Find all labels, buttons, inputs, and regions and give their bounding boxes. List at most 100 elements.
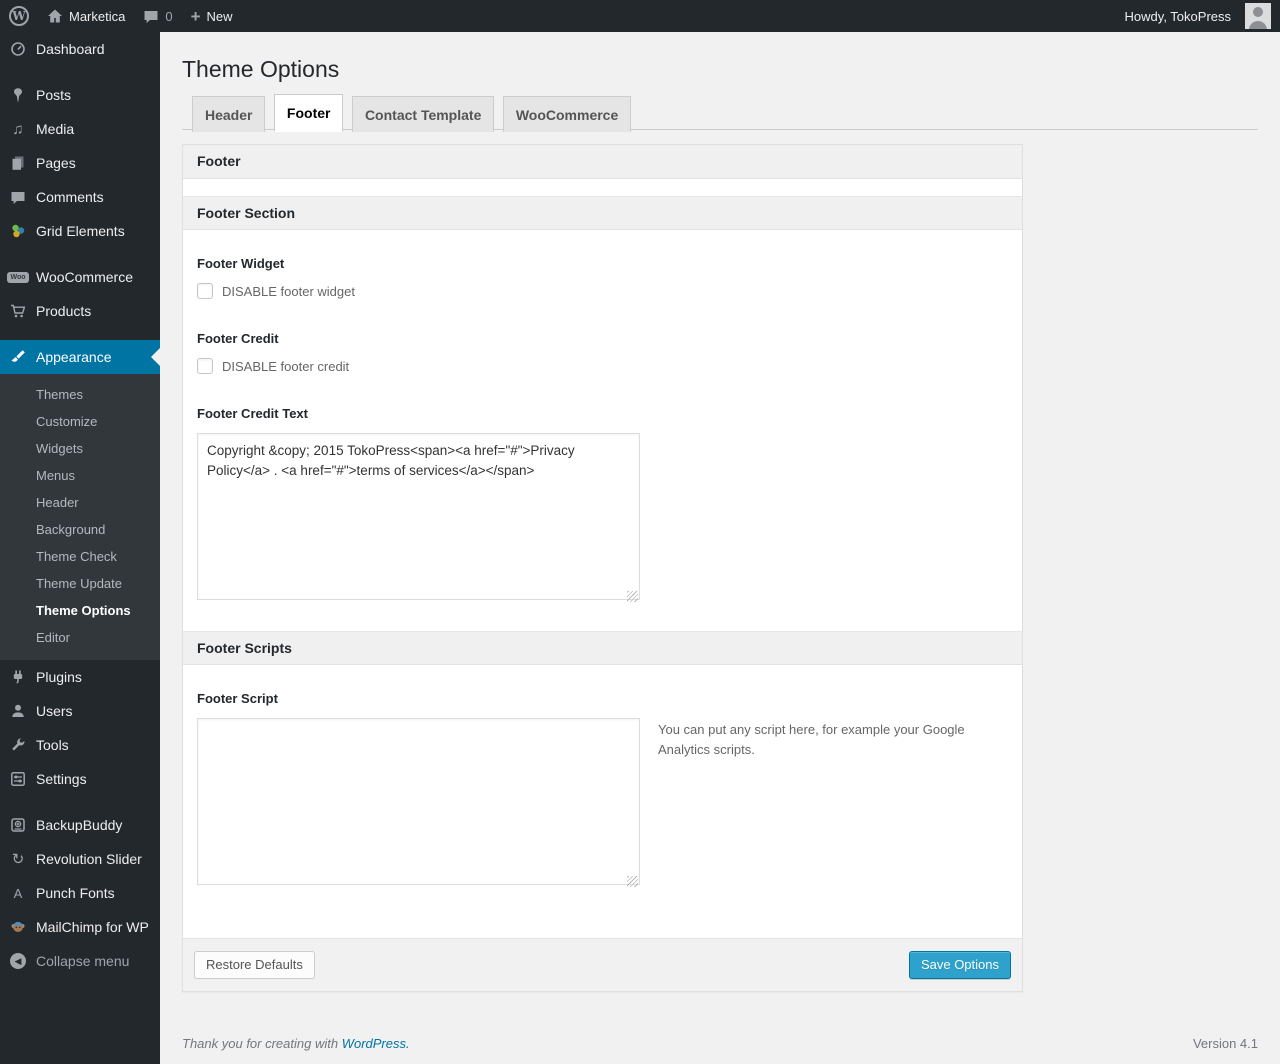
submenu-item-theme-check[interactable]: Theme Check xyxy=(0,543,160,570)
submenu-item-editor[interactable]: Editor xyxy=(0,624,160,651)
tab-header[interactable]: Header xyxy=(192,96,266,132)
tab-footer[interactable]: Footer xyxy=(273,94,344,132)
submenu-item-background[interactable]: Background xyxy=(0,516,160,543)
wordpress-logo-menu[interactable]: W xyxy=(0,0,38,32)
submenu-item-widgets[interactable]: Widgets xyxy=(0,435,160,462)
sidebar-item-label: WooCommerce xyxy=(36,269,133,285)
site-name: Marketica xyxy=(69,8,126,24)
new-label: New xyxy=(206,8,233,24)
backupbuddy-icon xyxy=(8,815,28,835)
footer-credit-checkbox-row: DISABLE footer credit xyxy=(197,358,1008,374)
woocommerce-icon: Woo xyxy=(7,267,29,287)
media-icon: ♫ xyxy=(12,120,24,138)
revolution-slider-icon: ↻ xyxy=(11,851,25,868)
new-content-menu[interactable]: + New xyxy=(182,0,242,32)
sidebar-item-grid-elements[interactable]: Grid Elements xyxy=(0,214,160,248)
admin-sidebar: Dashboard Posts ♫ Media Pages Comments G… xyxy=(0,32,160,1064)
sidebar-item-pages[interactable]: Pages xyxy=(0,146,160,180)
footer-credit-checkbox-label[interactable]: DISABLE footer credit xyxy=(222,359,349,374)
tab-bar: Header Footer Contact Template WooCommer… xyxy=(182,94,1258,132)
pages-icon xyxy=(8,153,28,173)
footer-widget-checkbox-row: DISABLE footer widget xyxy=(197,283,1008,299)
wrench-icon xyxy=(8,735,28,755)
punch-fonts-icon: A xyxy=(13,885,23,901)
my-account-menu[interactable]: Howdy, TokoPress xyxy=(1116,0,1280,32)
comments-icon xyxy=(8,187,28,207)
comment-bubble-icon xyxy=(143,9,159,24)
comment-count: 0 xyxy=(165,8,173,24)
submenu-item-theme-update[interactable]: Theme Update xyxy=(0,570,160,597)
footer-credit-checkbox[interactable] xyxy=(197,358,213,374)
admin-bar: W Marketica 0 + New Howdy, TokoPress xyxy=(0,0,1280,32)
sidebar-item-label: Revolution Slider xyxy=(36,851,142,867)
site-link[interactable]: Marketica xyxy=(38,0,134,32)
tab-woocommerce[interactable]: WooCommerce xyxy=(502,96,632,132)
settings-sliders-icon xyxy=(8,769,28,789)
sidebar-item-punch-fonts[interactable]: A Punch Fonts xyxy=(0,876,160,910)
sidebar-item-users[interactable]: Users xyxy=(0,694,160,728)
wordpress-link[interactable]: WordPress. xyxy=(342,1036,410,1051)
sidebar-item-collapse-menu[interactable]: ◀ Collapse menu xyxy=(0,944,160,978)
footer-widget-label: Footer Widget xyxy=(197,256,285,271)
tab-contact-template[interactable]: Contact Template xyxy=(351,96,495,132)
sidebar-item-label: Comments xyxy=(36,189,104,205)
sidebar-item-label: Media xyxy=(36,121,75,137)
sidebar-item-tools[interactable]: Tools xyxy=(0,728,160,762)
sidebar-item-comments[interactable]: Comments xyxy=(0,180,160,214)
submenu-item-theme-options[interactable]: Theme Options xyxy=(0,597,160,624)
sidebar-item-label: Appearance xyxy=(36,349,112,365)
plug-icon xyxy=(8,667,28,687)
footer-script-description: You can put any script here, for example… xyxy=(658,722,965,758)
footer-widget-checkbox-label[interactable]: DISABLE footer widget xyxy=(222,284,355,299)
sidebar-item-products[interactable]: Products xyxy=(0,294,160,328)
footer-script-label: Footer Script xyxy=(197,691,278,706)
sidebar-item-label: Users xyxy=(36,703,73,719)
footer-thanks-text: Thank you for creating with WordPress. xyxy=(182,1036,410,1051)
footer-scripts-heading-bar: Footer Scripts xyxy=(183,631,1022,665)
sidebar-item-label: BackupBuddy xyxy=(36,817,123,833)
sidebar-item-revolution-slider[interactable]: ↻ Revolution Slider xyxy=(0,842,160,876)
sidebar-item-media[interactable]: ♫ Media xyxy=(0,112,160,146)
sidebar-item-posts[interactable]: Posts xyxy=(0,78,160,112)
page-title: Theme Options xyxy=(182,56,340,82)
sidebar-item-backupbuddy[interactable]: BackupBuddy xyxy=(0,808,160,842)
sidebar-item-plugins[interactable]: Plugins xyxy=(0,660,160,694)
avatar xyxy=(1245,3,1271,29)
version-text: Version 4.1 xyxy=(1192,1036,1258,1051)
footer-script-textarea[interactable] xyxy=(197,718,640,885)
sidebar-item-label: Dashboard xyxy=(36,41,105,57)
sidebar-item-appearance[interactable]: Appearance xyxy=(0,340,160,374)
comments-counter[interactable]: 0 xyxy=(134,0,181,32)
sidebar-item-mailchimp[interactable]: MailChimp for WP xyxy=(0,910,160,944)
submenu-item-menus[interactable]: Menus xyxy=(0,462,160,489)
panel-gap xyxy=(183,179,1022,196)
submenu-item-header[interactable]: Header xyxy=(0,489,160,516)
current-item-arrow xyxy=(151,348,160,366)
sidebar-item-label: Punch Fonts xyxy=(36,885,115,901)
footer-widget-checkbox[interactable] xyxy=(197,283,213,299)
collapse-menu-icon: ◀ xyxy=(8,951,28,971)
footer-thanks-prefix: Thank you for creating with xyxy=(182,1036,339,1051)
footer-section-body: Footer Widget DISABLE footer widget Foot… xyxy=(183,230,1022,631)
mailchimp-monkey-icon xyxy=(8,917,28,937)
theme-options-panel: Footer Footer Section Footer Widget DISA… xyxy=(182,144,1023,992)
footer-section-heading-bar: Footer Section xyxy=(183,196,1022,230)
footer-scripts-body: Footer Script You can put any script her… xyxy=(183,665,1022,938)
sidebar-item-settings[interactable]: Settings xyxy=(0,762,160,796)
sidebar-item-dashboard[interactable]: Dashboard xyxy=(0,32,160,66)
footer-credit-text-textarea[interactable]: Copyright &copy; 2015 TokoPress<span><a … xyxy=(197,433,640,600)
appearance-brush-icon xyxy=(8,347,28,367)
page-footer: Thank you for creating with WordPress. V… xyxy=(182,1036,1258,1051)
submenu-item-themes[interactable]: Themes xyxy=(0,381,160,408)
howdy-text: Howdy, TokoPress xyxy=(1124,8,1231,24)
sidebar-item-label: Collapse menu xyxy=(36,953,130,969)
sidebar-item-woocommerce[interactable]: Woo WooCommerce xyxy=(0,260,160,294)
restore-defaults-button[interactable]: Restore Defaults xyxy=(194,951,315,979)
footer-credit-text-label: Footer Credit Text xyxy=(197,406,308,421)
submenu-item-customize[interactable]: Customize xyxy=(0,408,160,435)
main-content: Theme Options Header Footer Contact Temp… xyxy=(160,32,1280,1064)
wordpress-logo-icon: W xyxy=(9,6,29,26)
sidebar-item-label: Posts xyxy=(36,87,72,103)
save-options-button[interactable]: Save Options xyxy=(908,951,1011,979)
pin-icon xyxy=(8,85,28,105)
